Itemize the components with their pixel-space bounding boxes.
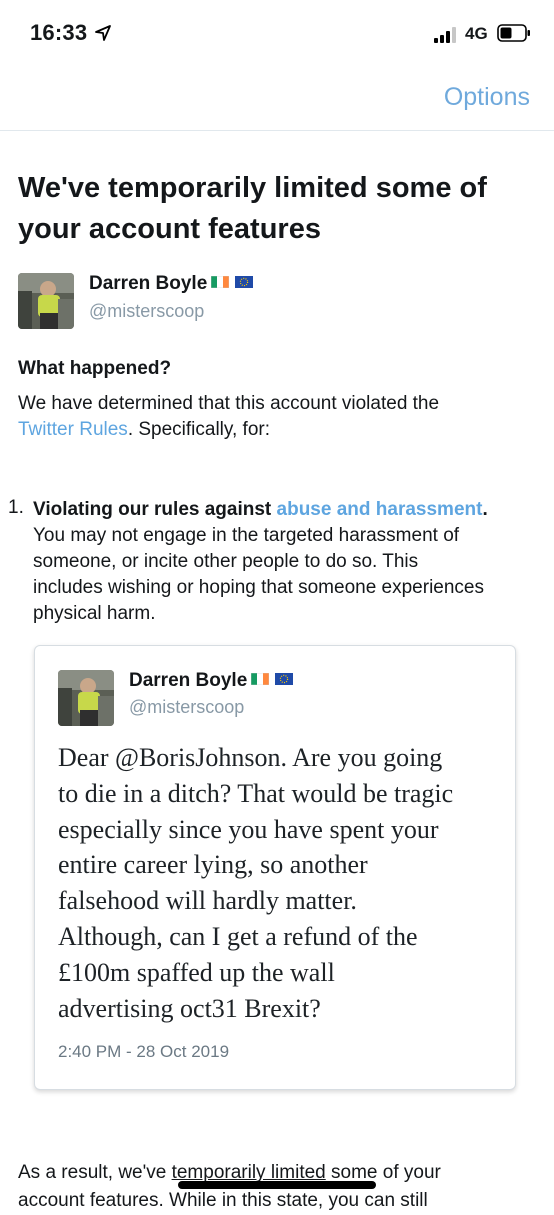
violation-item: Violating our rules against abuse and ha… xyxy=(33,497,543,627)
network-type: 4G xyxy=(465,24,488,43)
tweet-profile-photo xyxy=(58,670,114,726)
cellular-signal-icon xyxy=(434,27,456,43)
tweet-author-handle: @misterscoop xyxy=(129,697,245,717)
home-indicator xyxy=(178,1181,376,1189)
tweet-author-name: Darren Boyle xyxy=(129,670,294,692)
status-bar: 16:33 4G xyxy=(0,0,554,66)
tweet-text: Dear @BorisJohnson. Are you going to die… xyxy=(58,743,454,1023)
profile-photo xyxy=(18,273,74,329)
list-number: 1. xyxy=(8,497,24,518)
eu-flag-icon xyxy=(275,673,294,685)
tweet-avatar[interactable] xyxy=(58,670,114,726)
eu-flag-icon xyxy=(235,276,254,288)
tweet-timestamp: 2:40 PM - 28 Oct 2019 xyxy=(58,1042,230,1061)
account-name: Darren Boyle xyxy=(89,273,254,295)
status-time: 16:33 xyxy=(30,20,88,45)
temporarily-limited-link[interactable]: temporarily limited xyxy=(172,1162,326,1183)
location-arrow-icon xyxy=(95,25,111,41)
violation-heading: Violating our rules against abuse and ha… xyxy=(33,499,488,520)
battery-icon xyxy=(497,24,530,42)
twitter-rules-link[interactable]: Twitter Rules xyxy=(18,419,128,440)
options-button[interactable]: Options xyxy=(444,83,530,112)
abuse-harassment-link[interactable]: abuse and harassment xyxy=(277,499,483,520)
what-happened-text: We have determined that this account vio… xyxy=(18,393,440,440)
avatar[interactable] xyxy=(18,273,74,329)
navigation-bar: Options xyxy=(0,66,554,131)
page-title: We've temporarily limited some of your a… xyxy=(18,172,487,245)
account-handle: @misterscoop xyxy=(89,301,205,321)
ireland-flag-icon xyxy=(251,673,270,685)
what-happened-heading: What happened? xyxy=(18,358,172,379)
ireland-flag-icon xyxy=(211,276,230,288)
